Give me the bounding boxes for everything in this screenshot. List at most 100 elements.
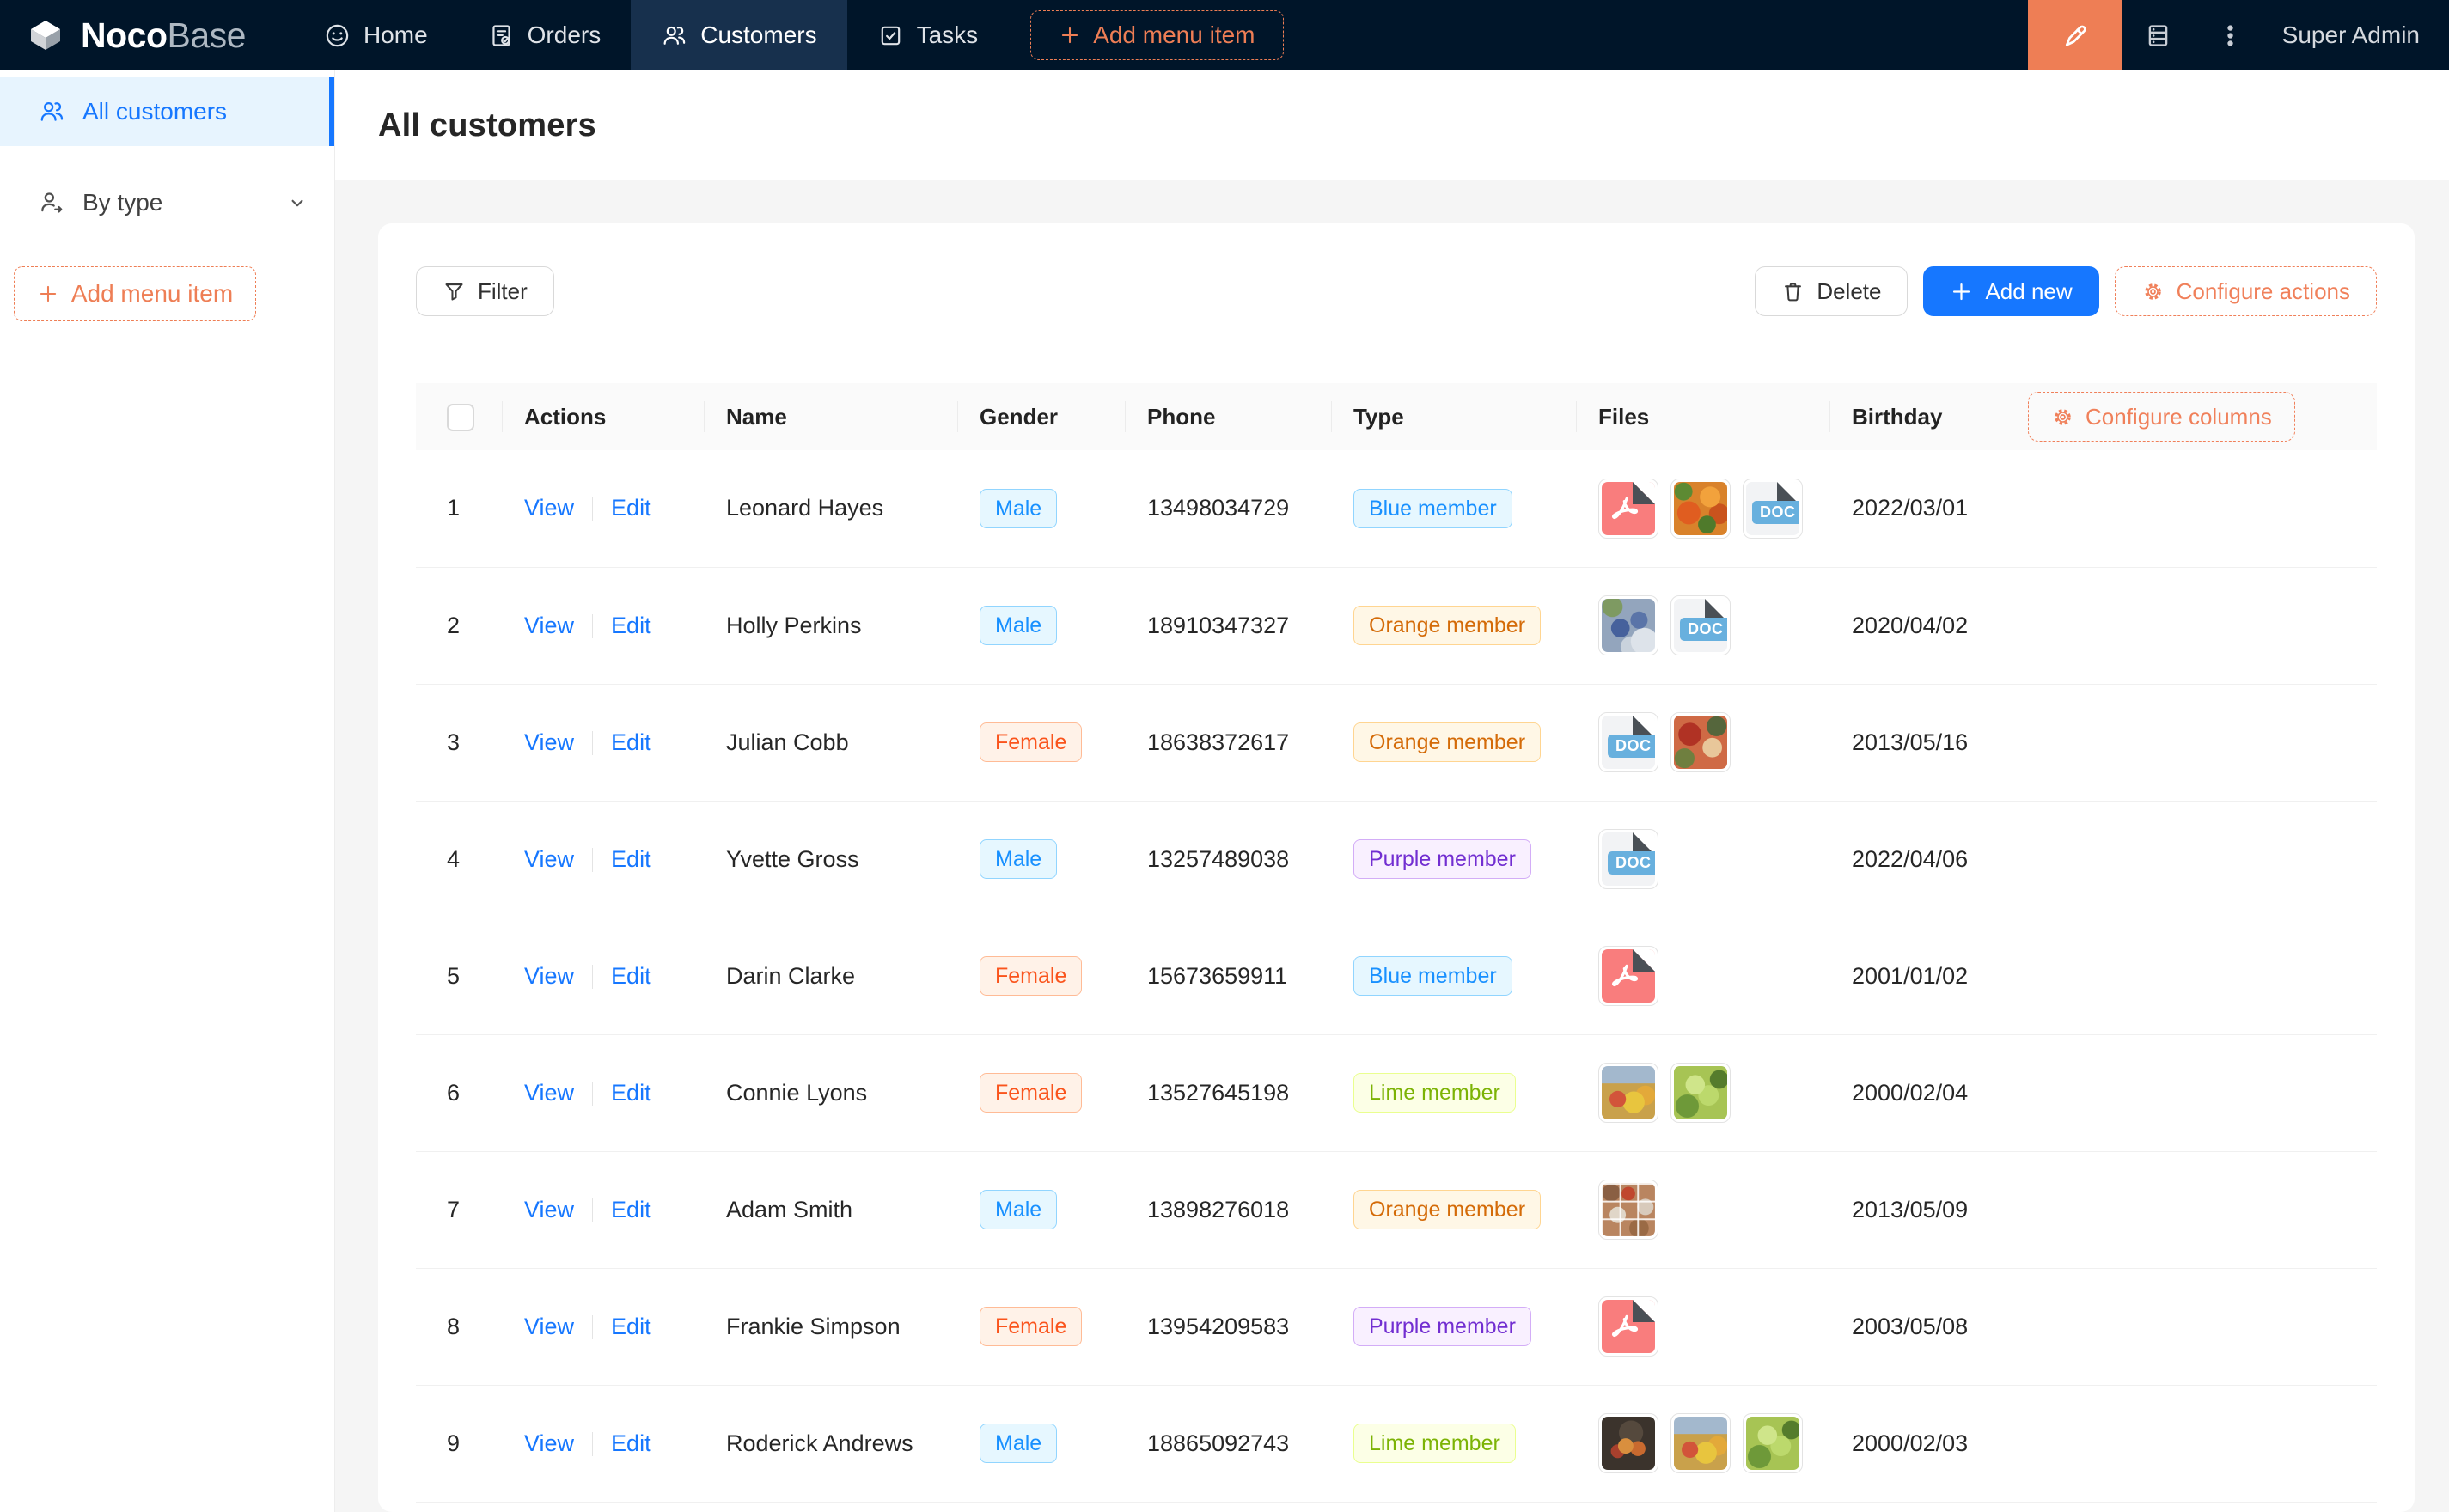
customer-phone: 13898276018: [1125, 1151, 1331, 1268]
customer-name: Adam Smith: [704, 1151, 957, 1268]
photo-thumbnail[interactable]: [1598, 595, 1658, 655]
files-cell: [1598, 946, 1807, 1006]
photo-thumbnail[interactable]: [1670, 1413, 1731, 1473]
trash-icon: [1781, 280, 1805, 303]
edit-link[interactable]: Edit: [611, 1314, 651, 1339]
photo-thumbnail[interactable]: [1743, 1413, 1803, 1473]
delete-button[interactable]: Delete: [1755, 266, 1908, 316]
doc-label: DOC: [1680, 618, 1727, 641]
nav-item-orders[interactable]: Orders: [458, 0, 632, 70]
customers-table: Actions Name Gender Phone Type Files Bir…: [416, 383, 2377, 1503]
view-link[interactable]: View: [524, 963, 574, 989]
sidebar: All customers By type Add menu item: [0, 70, 335, 1512]
row-index: 8: [447, 1314, 460, 1339]
view-link[interactable]: View: [524, 613, 574, 638]
view-link[interactable]: View: [524, 1314, 574, 1339]
nav-item-label: Tasks: [917, 21, 979, 49]
doc-file-thumbnail[interactable]: DOC: [1743, 479, 1803, 539]
nav-add-menu-item-button[interactable]: Add menu item: [1030, 10, 1283, 60]
gender-tag: Female: [980, 1073, 1082, 1113]
photo-thumbnail[interactable]: [1670, 712, 1731, 772]
table-header-row: Actions Name Gender Phone Type Files Bir…: [416, 383, 2377, 450]
nocobase-logo[interactable]: NocoBase: [24, 14, 246, 57]
filter-button[interactable]: Filter: [416, 266, 554, 316]
member-type-tag: Blue member: [1353, 956, 1512, 996]
view-link[interactable]: View: [524, 846, 574, 872]
column-header-gender: Gender: [957, 383, 1125, 450]
gear-icon: [2051, 405, 2074, 429]
configure-columns-button[interactable]: Configure columns: [2028, 392, 2295, 442]
highlighter-icon: [2060, 20, 2091, 51]
nav-item-customers[interactable]: Customers: [631, 0, 846, 70]
vertical-ellipsis-icon: [2216, 21, 2244, 50]
photo-thumbnail[interactable]: [1598, 1413, 1658, 1473]
pdf-file-thumbnail[interactable]: [1598, 946, 1658, 1006]
pdf-file-thumbnail[interactable]: [1598, 479, 1658, 539]
navbar-right: Super Admin: [2028, 0, 2449, 70]
files-cell: DOC: [1598, 712, 1807, 772]
add-new-button[interactable]: Add new: [1923, 266, 2098, 316]
pdf-file-thumbnail[interactable]: [1598, 1296, 1658, 1357]
edit-link[interactable]: Edit: [611, 1197, 651, 1222]
logo-text: NocoBase: [81, 15, 246, 56]
action-divider: [592, 1315, 593, 1339]
sidebar-add-menu-item-button[interactable]: Add menu item: [14, 266, 256, 321]
customer-phone: 13954209583: [1125, 1268, 1331, 1385]
member-type-tag: Lime member: [1353, 1424, 1516, 1463]
sidebar-item-all-customers[interactable]: All customers: [0, 77, 334, 146]
action-divider: [592, 1082, 593, 1106]
doc-file-thumbnail[interactable]: DOC: [1598, 712, 1658, 772]
row-index: 3: [447, 729, 460, 755]
row-index: 1: [447, 495, 460, 521]
view-link[interactable]: View: [524, 1197, 574, 1222]
sidebar-item-label: By type: [82, 189, 162, 216]
files-cell: [1598, 1296, 1807, 1357]
select-all-checkbox[interactable]: [447, 404, 474, 431]
table-row: 1ViewEditLeonard HayesMale13498034729Blu…: [416, 450, 2377, 567]
edit-link[interactable]: Edit: [611, 729, 651, 755]
view-link[interactable]: View: [524, 495, 574, 521]
member-type-tag: Lime member: [1353, 1073, 1516, 1113]
member-type-tag: Orange member: [1353, 1190, 1541, 1229]
customer-name: Roderick Andrews: [704, 1385, 957, 1502]
edit-link[interactable]: Edit: [611, 613, 651, 638]
configure-actions-label: Configure actions: [2177, 278, 2350, 305]
main-area: All customers Filter: [335, 70, 2449, 1512]
edit-link[interactable]: Edit: [611, 846, 651, 872]
photo-thumbnail[interactable]: [1598, 1063, 1658, 1123]
table-row: 5ViewEditDarin ClarkeFemale15673659911Bl…: [416, 918, 2377, 1034]
page-content: Filter Delete: [335, 180, 2449, 1512]
action-divider: [592, 1198, 593, 1222]
table-row: 7ViewEditAdam SmithMale13898276018Orange…: [416, 1151, 2377, 1268]
edit-link[interactable]: Edit: [611, 495, 651, 521]
row-index: 6: [447, 1080, 460, 1106]
configure-actions-button[interactable]: Configure actions: [2115, 266, 2377, 316]
files-cell: DOC: [1598, 479, 1807, 539]
nav-add-label: Add menu item: [1093, 21, 1255, 49]
top-navbar: NocoBase Home Orders: [0, 0, 2449, 70]
view-link[interactable]: View: [524, 1430, 574, 1456]
view-link[interactable]: View: [524, 1080, 574, 1106]
doc-file-thumbnail[interactable]: DOC: [1598, 829, 1658, 889]
edit-link[interactable]: Edit: [611, 963, 651, 989]
ui-editor-button[interactable]: [2028, 0, 2122, 70]
gear-icon: [2141, 280, 2165, 303]
nav-item-home[interactable]: Home: [294, 0, 458, 70]
photo-thumbnail[interactable]: [1598, 1180, 1658, 1240]
doc-file-thumbnail[interactable]: DOC: [1670, 595, 1731, 655]
more-actions-button[interactable]: [2195, 0, 2267, 70]
view-link[interactable]: View: [524, 729, 574, 755]
plugin-manager-button[interactable]: [2122, 0, 2195, 70]
main-menu: Home Orders Customers Tasks: [294, 0, 1284, 70]
customer-birthday: 2000/02/03: [1829, 1385, 2006, 1502]
edit-link[interactable]: Edit: [611, 1080, 651, 1106]
customer-birthday: 2013/05/16: [1829, 684, 2006, 801]
table-body: 1ViewEditLeonard HayesMale13498034729Blu…: [416, 450, 2377, 1502]
sidebar-item-by-type[interactable]: By type: [0, 168, 334, 237]
photo-thumbnail[interactable]: [1670, 1063, 1731, 1123]
photo-thumbnail[interactable]: [1670, 479, 1731, 539]
nav-item-tasks[interactable]: Tasks: [847, 0, 1009, 70]
page-title: All customers: [378, 107, 596, 144]
user-menu[interactable]: Super Admin: [2267, 21, 2449, 49]
edit-link[interactable]: Edit: [611, 1430, 651, 1456]
